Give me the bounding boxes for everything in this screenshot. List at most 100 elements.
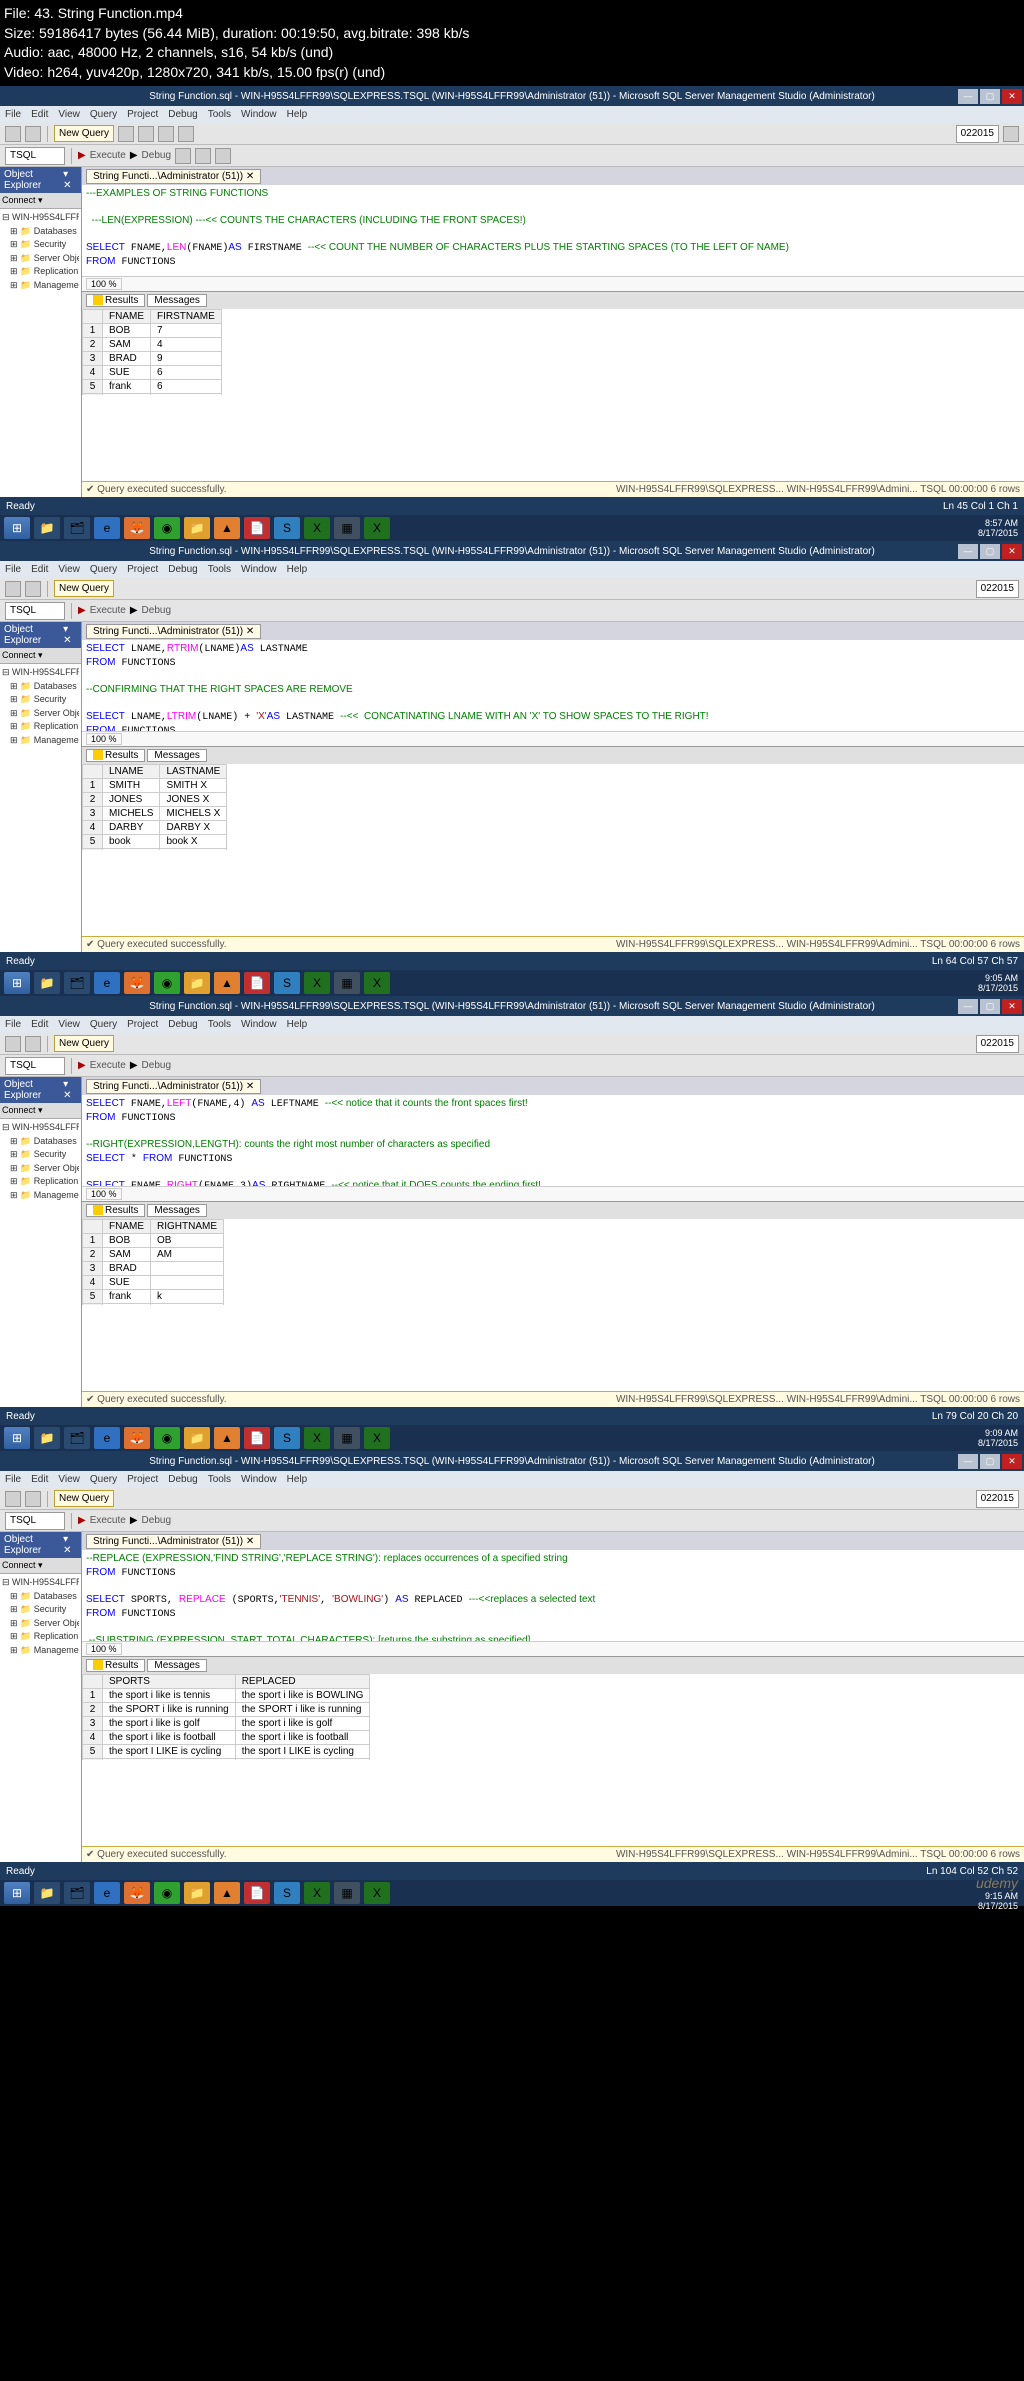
debug-button[interactable]: Debug (142, 605, 171, 616)
schema-dropdown[interactable]: TSQL (5, 602, 65, 620)
messages-tab[interactable]: Messages (147, 1659, 207, 1672)
zoom-level[interactable]: 100 % (86, 733, 122, 745)
menu-query[interactable]: Query (90, 564, 117, 575)
toolbar-btn[interactable] (118, 126, 134, 142)
taskbar-skype[interactable]: S (274, 517, 300, 539)
tree-server-node[interactable]: ⊟ WIN-H95S4LFFR99\SQLE (2, 211, 79, 225)
toolbar-btn[interactable] (138, 126, 154, 142)
sql-editor[interactable]: SELECT LNAME,RTRIM(LNAME)AS LASTNAME FRO… (82, 640, 1024, 730)
zoom-level[interactable]: 100 % (86, 278, 122, 290)
close-button[interactable]: ✕ (1002, 544, 1022, 559)
menu-window[interactable]: Window (241, 109, 277, 120)
schema-dropdown[interactable]: TSQL (5, 147, 65, 165)
menu-tools[interactable]: Tools (208, 109, 231, 120)
taskbar-app[interactable]: 📁 (34, 517, 60, 539)
toolbar-btn[interactable] (158, 126, 174, 142)
start-button[interactable]: ⊞ (4, 517, 30, 539)
tree-replication[interactable]: ⊞ 📁 Replication (2, 265, 79, 279)
oe-connect-button[interactable]: Connect ▾ (0, 193, 81, 209)
execute-button[interactable]: Execute (90, 150, 126, 161)
menu-help[interactable]: Help (287, 109, 308, 120)
taskbar-chrome[interactable]: ◉ (154, 517, 180, 539)
messages-tab[interactable]: Messages (147, 294, 207, 307)
toolbar-btn[interactable] (178, 126, 194, 142)
messages-tab[interactable]: Messages (147, 749, 207, 762)
database-dropdown[interactable]: 022015 (976, 580, 1019, 598)
tree-node[interactable]: ⊞ 📁 Security (2, 693, 79, 707)
taskbar-vlc[interactable]: ▲ (214, 517, 240, 539)
toolbar-btn[interactable] (215, 148, 231, 164)
results-grid[interactable]: FNAMEFIRSTNAME1BOB72SAM43BRAD94SUE65fran… (82, 309, 1024, 395)
menu-view[interactable]: View (58, 564, 80, 575)
menu-window[interactable]: Window (241, 564, 277, 575)
menu-debug[interactable]: Debug (168, 564, 197, 575)
tree-server-objects[interactable]: ⊞ 📁 Server Objects (2, 252, 79, 266)
debug-button[interactable]: Debug (142, 150, 171, 161)
menu-debug[interactable]: Debug (168, 109, 197, 120)
editor-tab[interactable]: String Functi...\Administrator (51)) ✕ (86, 624, 261, 639)
menu-help[interactable]: Help (287, 564, 308, 575)
editor-tab[interactable]: String Functi...\Administrator (51)) ✕ (86, 1079, 261, 1094)
oe-connect-button[interactable]: Connect ▾ (0, 648, 81, 664)
toolbar-btn[interactable] (5, 126, 21, 142)
toolbar-btn[interactable] (25, 581, 41, 597)
taskbar-folder[interactable]: 📁 (184, 517, 210, 539)
tree-databases[interactable]: ⊞ 📁 Databases (2, 225, 79, 239)
menu-view[interactable]: View (58, 109, 80, 120)
tab-close-icon[interactable]: ✕ (246, 171, 254, 182)
tree-node[interactable]: ⊞ 📁 Replication (2, 720, 79, 734)
results-tab[interactable]: Results (86, 1659, 145, 1672)
maximize-button[interactable]: ▢ (980, 544, 1000, 559)
messages-tab[interactable]: Messages (147, 1204, 207, 1217)
toolbar-btn[interactable] (195, 148, 211, 164)
taskbar-excel[interactable]: X (304, 517, 330, 539)
toolbar-btn[interactable] (1003, 126, 1019, 142)
sql-editor[interactable]: --REPLACE (EXPRESSION,'FIND STRING','REP… (82, 1550, 1024, 1640)
taskbar-app[interactable]: 🗂 (64, 517, 90, 539)
menu-file[interactable]: File (5, 564, 21, 575)
menu-project[interactable]: Project (127, 109, 158, 120)
minimize-button[interactable]: — (958, 544, 978, 559)
results-grid[interactable]: SPORTSREPLACED1the sport i like is tenni… (82, 1674, 1024, 1760)
editor-tab[interactable]: String Functi...\Administrator (51)) ✕ (86, 1534, 261, 1549)
results-tab[interactable]: Results (86, 294, 145, 307)
new-query-button[interactable]: New Query (54, 125, 114, 142)
clock[interactable]: 9:05 AM 8/17/2015 (978, 973, 1018, 993)
menu-project[interactable]: Project (127, 564, 158, 575)
menu-edit[interactable]: Edit (31, 109, 48, 120)
taskbar-ie[interactable]: e (94, 517, 120, 539)
database-dropdown[interactable]: 022015 (956, 125, 999, 143)
tree-node[interactable]: ⊞ 📁 Management (2, 734, 79, 748)
menu-file[interactable]: File (5, 109, 21, 120)
editor-tab[interactable]: String Functi...\Administrator (51)) ✕ (86, 169, 261, 184)
taskbar-ssms[interactable]: ▦ (334, 517, 360, 539)
close-button[interactable]: ✕ (1002, 89, 1022, 104)
menu-query[interactable]: Query (90, 109, 117, 120)
results-grid[interactable]: LNAMELASTNAME1SMITHSMITH X2JONESJONES X3… (82, 764, 1024, 850)
new-query-button[interactable]: New Query (54, 1035, 114, 1052)
menu-tools[interactable]: Tools (208, 564, 231, 575)
execute-button[interactable]: Execute (90, 605, 126, 616)
tree-node[interactable]: ⊞ 📁 Databases (2, 680, 79, 694)
oe-pin-icon[interactable]: ▾ ✕ (63, 169, 77, 191)
results-tab[interactable]: Results (86, 1204, 145, 1217)
toolbar-btn[interactable] (175, 148, 191, 164)
toolbar-btn[interactable] (25, 126, 41, 142)
taskbar-excel2[interactable]: X (364, 517, 390, 539)
toolbar-btn[interactable] (5, 581, 21, 597)
taskbar-firefox[interactable]: 🦊 (124, 517, 150, 539)
minimize-button[interactable]: — (958, 89, 978, 104)
sql-editor[interactable]: SELECT FNAME,LEFT(FNAME,4) AS LEFTNAME -… (82, 1095, 1024, 1185)
system-tray[interactable]: 8:57 AM 8/17/2015 (978, 518, 1018, 538)
maximize-button[interactable]: ▢ (980, 89, 1000, 104)
tree-security[interactable]: ⊞ 📁 Security (2, 238, 79, 252)
tree-server-node[interactable]: ⊟ WIN-H95S4LFFR99\SQLE (2, 666, 79, 680)
tree-node[interactable]: ⊞ 📁 Server Objects (2, 707, 79, 721)
start-button[interactable]: ⊞ (4, 972, 30, 994)
database-dropdown[interactable]: 022015 (976, 1035, 1019, 1053)
taskbar-pdf[interactable]: 📄 (244, 517, 270, 539)
sql-editor[interactable]: ---EXAMPLES OF STRING FUNCTIONS ---LEN(E… (82, 185, 1024, 275)
results-tab[interactable]: Results (86, 749, 145, 762)
tree-management[interactable]: ⊞ 📁 Management (2, 279, 79, 293)
results-grid[interactable]: FNAMERIGHTNAME1BOBOB 2SAMAM 3BRAD 4SUE 5… (82, 1219, 1024, 1305)
